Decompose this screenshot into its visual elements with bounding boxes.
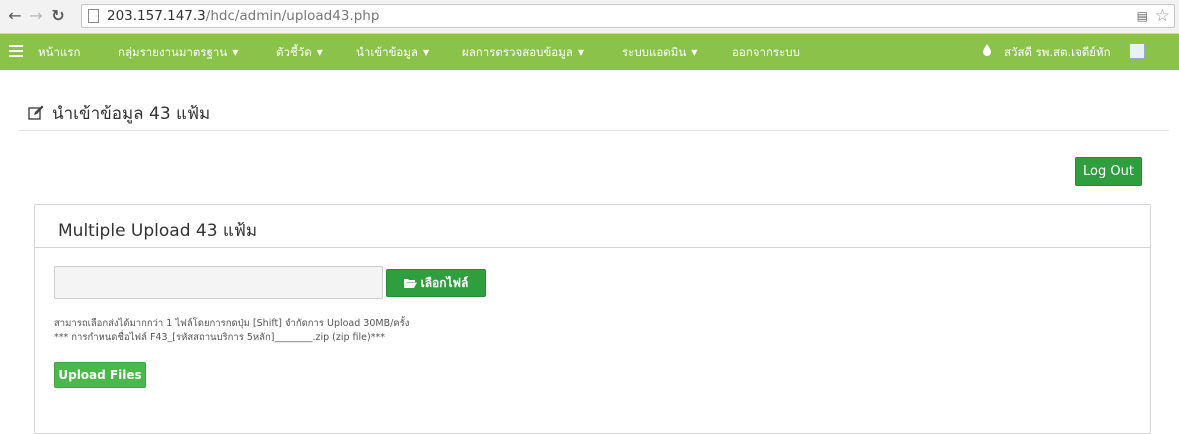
file-path-input[interactable] [54, 266, 383, 299]
page-title-text: นำเข้าข้อมูล 43 แฟ้ม [52, 104, 211, 124]
choose-file-label: เลือกไฟล์ [420, 276, 469, 290]
page-icon [88, 9, 99, 23]
nav-item-label: ออกจากระบบ [732, 45, 800, 59]
nav-item-indicators[interactable]: ตัวชี้วัด ▼ [276, 44, 323, 62]
logout-button[interactable]: Log Out [1075, 157, 1142, 186]
main-navbar: หน้าแรก กลุ่มรายงานมาตรฐาน ▼ ตัวชี้วัด ▼ น… [0, 34, 1179, 70]
panel-title: Multiple Upload 43 แฟ้ม [58, 221, 258, 241]
nav-item-label: ตัวชี้วัด [276, 45, 312, 59]
address-bar[interactable]: 203.157.147.3/hdc/admin/upload43.php ▤ ☆ [81, 4, 1175, 28]
user-greeting[interactable]: สวัสดี รพ.สต.เจดีย์หัก [1004, 44, 1111, 62]
caret-down-icon: ▼ [422, 48, 430, 57]
edit-icon [28, 105, 44, 120]
upload-panel: Multiple Upload 43 แฟ้ม เลือกไฟล์ สามารถ… [34, 204, 1151, 434]
user-avatar[interactable] [1129, 43, 1145, 59]
nav-item-check-results[interactable]: ผลการตรวจสอบข้อมูล ▼ [462, 44, 584, 62]
choose-file-button[interactable]: เลือกไฟล์ [386, 269, 486, 297]
forward-arrow-icon[interactable]: → [27, 6, 45, 26]
nav-item-label: หน้าแรก [38, 45, 81, 59]
caret-down-icon: ▼ [691, 48, 698, 57]
translate-icon[interactable]: ▤ [1137, 9, 1148, 23]
nav-item-label: ผลการตรวจสอบข้อมูล [462, 45, 573, 59]
caret-down-icon: ▼ [316, 48, 323, 57]
help-text-filename: *** การกำหนดชื่อไฟล์ F43_[รหัสสถานบริการ… [54, 332, 385, 343]
folder-open-icon [403, 279, 417, 288]
bookmark-star-icon[interactable]: ☆ [1155, 6, 1170, 26]
panel-heading: Multiple Upload 43 แฟ้ม [35, 205, 1150, 248]
nav-item-logout[interactable]: ออกจากระบบ [732, 44, 800, 62]
caret-down-icon: ▼ [577, 48, 585, 57]
browser-toolbar: ← → ↻ 203.157.147.3/hdc/admin/upload43.p… [0, 0, 1179, 34]
url-text: 203.157.147.3/hdc/admin/upload43.php [107, 8, 379, 24]
nav-item-label: กลุ่มรายงานมาตรฐาน [118, 45, 228, 59]
nav-item-home[interactable]: หน้าแรก [38, 44, 80, 62]
nav-item-label: นำเข้าข้อมูล [356, 45, 418, 59]
url-host: 203.157.147.3 [107, 8, 206, 24]
water-drop-icon [983, 44, 991, 56]
nav-item-standard-reports[interactable]: กลุ่มรายงานมาตรฐาน ▼ [118, 44, 238, 62]
upload-files-button[interactable]: Upload Files [54, 362, 146, 388]
nav-item-import-data[interactable]: นำเข้าข้อมูล ▼ [356, 44, 429, 62]
reload-icon[interactable]: ↻ [49, 6, 67, 26]
nav-item-admin-system[interactable]: ระบบแอดมิน ▼ [622, 44, 697, 62]
help-text-multiple: สามารถเลือกส่งได้มากกว่า 1 ไฟล์โดยการกดป… [54, 318, 410, 329]
url-path: /hdc/admin/upload43.php [205, 8, 380, 24]
hamburger-menu-icon[interactable] [9, 42, 23, 62]
nav-item-label: ระบบแอดมิน [622, 45, 687, 59]
page-title: นำเข้าข้อมูล 43 แฟ้ม [28, 100, 210, 124]
caret-down-icon: ▼ [232, 48, 239, 57]
header-divider [18, 130, 1169, 131]
back-arrow-icon[interactable]: ← [6, 6, 24, 26]
